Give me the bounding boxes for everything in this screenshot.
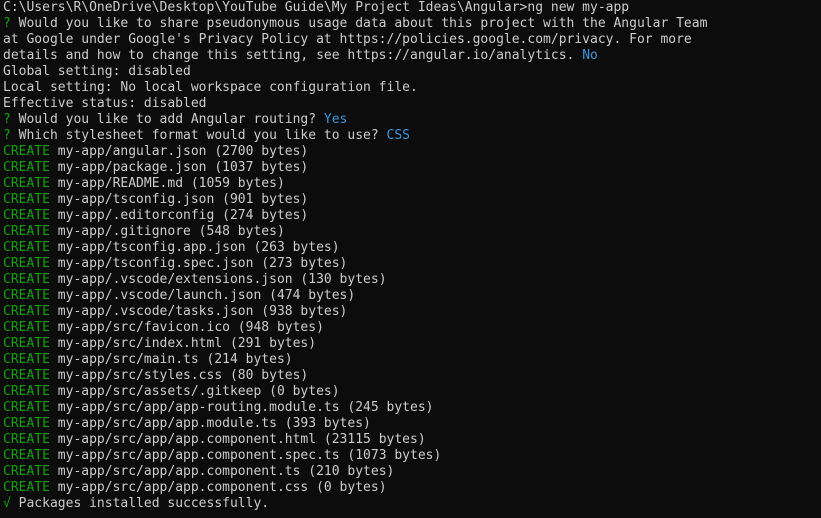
- created-file-path: my-app/tsconfig.json (901 bytes): [49, 192, 309, 207]
- created-file-path: my-app/.gitignore (548 bytes): [49, 224, 285, 239]
- create-label: CREATE: [3, 352, 50, 367]
- created-file-path: my-app/src/index.html (291 bytes): [49, 336, 317, 351]
- analytics-question-line-1: ? Would you like to share pseudonymous u…: [3, 16, 821, 32]
- created-file-path: my-app/angular.json (2700 bytes): [49, 144, 309, 159]
- create-line: CREATE my-app/src/styles.css (80 bytes): [3, 368, 821, 384]
- create-label: CREATE: [3, 224, 50, 239]
- created-file-path: my-app/src/app/app.component.spec.ts (10…: [49, 448, 442, 463]
- create-line: CREATE my-app/src/app/app.component.css …: [3, 480, 821, 496]
- question-marker: ?: [3, 112, 11, 127]
- create-line: CREATE my-app/src/app/app.module.ts (393…: [3, 416, 821, 432]
- analytics-question-text-1: Would you like to share pseudonymous usa…: [10, 16, 708, 31]
- created-files-list: CREATE my-app/angular.json (2700 bytes) C…: [3, 144, 821, 496]
- create-label: CREATE: [3, 480, 50, 495]
- create-label: CREATE: [3, 384, 50, 399]
- question-marker: ?: [3, 128, 11, 143]
- create-line: CREATE my-app/src/app/app.component.ts (…: [3, 464, 821, 480]
- routing-question-line: ? Would you like to add Angular routing?…: [3, 112, 821, 128]
- stylesheet-question-line: ? Which stylesheet format would you like…: [3, 128, 821, 144]
- analytics-question-text-3: details and how to change this setting, …: [3, 48, 583, 63]
- analytics-question-line-2: at Google under Google's Privacy Policy …: [3, 32, 692, 47]
- analytics-answer: No: [582, 48, 598, 63]
- created-file-path: my-app/.editorconfig (274 bytes): [49, 208, 309, 223]
- command-line: C:\Users\R\OneDrive\Desktop\YouTube Guid…: [3, 0, 630, 15]
- create-label: CREATE: [3, 432, 50, 447]
- create-label: CREATE: [3, 336, 50, 351]
- create-label: CREATE: [3, 288, 50, 303]
- create-line: CREATE my-app/README.md (1059 bytes): [3, 176, 821, 192]
- create-label: CREATE: [3, 208, 50, 223]
- created-file-path: my-app/tsconfig.app.json (263 bytes): [49, 240, 340, 255]
- create-label: CREATE: [3, 304, 50, 319]
- create-label: CREATE: [3, 176, 50, 191]
- created-file-path: my-app/.vscode/extensions.json (130 byte…: [49, 272, 387, 287]
- create-label: CREATE: [3, 256, 50, 271]
- create-label: CREATE: [3, 160, 50, 175]
- routing-question-text: Would you like to add Angular routing?: [10, 112, 324, 127]
- stylesheet-answer: CSS: [386, 128, 410, 143]
- created-file-path: my-app/src/app/app.module.ts (393 bytes): [49, 416, 371, 431]
- create-line: CREATE my-app/tsconfig.app.json (263 byt…: [3, 240, 821, 256]
- create-label: CREATE: [3, 448, 50, 463]
- create-label: CREATE: [3, 320, 50, 335]
- created-file-path: my-app/package.json (1037 bytes): [49, 160, 309, 175]
- created-file-path: my-app/src/favicon.ico (948 bytes): [49, 320, 324, 335]
- created-file-path: my-app/.vscode/tasks.json (938 bytes): [49, 304, 348, 319]
- success-line: √ Packages installed successfully.: [3, 496, 821, 512]
- create-line: CREATE my-app/src/index.html (291 bytes): [3, 336, 821, 352]
- local-setting-line: Local setting: No local workspace config…: [3, 80, 418, 95]
- create-label: CREATE: [3, 400, 50, 415]
- stylesheet-question-text: Which stylesheet format would you like t…: [10, 128, 387, 143]
- created-file-path: my-app/src/app/app-routing.module.ts (24…: [49, 400, 434, 415]
- create-line: CREATE my-app/src/main.ts (214 bytes): [3, 352, 821, 368]
- created-file-path: my-app/src/styles.css (80 bytes): [49, 368, 309, 383]
- routing-answer: Yes: [323, 112, 348, 127]
- question-marker: ?: [3, 16, 11, 31]
- create-line: CREATE my-app/src/assets/.gitkeep (0 byt…: [3, 384, 821, 400]
- effective-status-line: Effective status: disabled: [3, 96, 207, 111]
- create-line: CREATE my-app/src/favicon.ico (948 bytes…: [3, 320, 821, 336]
- create-line: CREATE my-app/.vscode/extensions.json (1…: [3, 272, 821, 288]
- global-setting-line: Global setting: disabled: [3, 64, 191, 79]
- created-file-path: my-app/tsconfig.spec.json (273 bytes): [49, 256, 348, 271]
- terminal-output[interactable]: C:\Users\R\OneDrive\Desktop\YouTube Guid…: [0, 0, 821, 518]
- created-file-path: my-app/src/assets/.gitkeep (0 bytes): [49, 384, 340, 399]
- checkmark-icon: √: [3, 496, 11, 511]
- created-file-path: my-app/README.md (1059 bytes): [49, 176, 285, 191]
- create-label: CREATE: [3, 368, 50, 383]
- created-file-path: my-app/src/app/app.component.css (0 byte…: [49, 480, 387, 495]
- create-line: CREATE my-app/package.json (1037 bytes): [3, 160, 821, 176]
- create-line: CREATE my-app/angular.json (2700 bytes): [3, 144, 821, 160]
- create-line: CREATE my-app/tsconfig.spec.json (273 by…: [3, 256, 821, 272]
- success-text: Packages installed successfully.: [10, 496, 270, 511]
- created-file-path: my-app/.vscode/launch.json (474 bytes): [49, 288, 356, 303]
- create-label: CREATE: [3, 416, 50, 431]
- create-label: CREATE: [3, 144, 50, 159]
- created-file-path: my-app/src/app/app.component.html (23115…: [49, 432, 426, 447]
- create-line: CREATE my-app/tsconfig.json (901 bytes): [3, 192, 821, 208]
- create-line: CREATE my-app/.vscode/launch.json (474 b…: [3, 288, 821, 304]
- create-line: CREATE my-app/src/app/app.component.html…: [3, 432, 821, 448]
- create-line: CREATE my-app/src/app/app-routing.module…: [3, 400, 821, 416]
- create-line: CREATE my-app/src/app/app.component.spec…: [3, 448, 821, 464]
- create-line: CREATE my-app/.gitignore (548 bytes): [3, 224, 821, 240]
- created-file-path: my-app/src/app/app.component.ts (210 byt…: [49, 464, 395, 479]
- analytics-question-line-3: details and how to change this setting, …: [3, 48, 821, 64]
- create-label: CREATE: [3, 240, 50, 255]
- create-label: CREATE: [3, 192, 50, 207]
- create-line: CREATE my-app/.editorconfig (274 bytes): [3, 208, 821, 224]
- create-line: CREATE my-app/.vscode/tasks.json (938 by…: [3, 304, 821, 320]
- created-file-path: my-app/src/main.ts (214 bytes): [49, 352, 293, 367]
- create-label: CREATE: [3, 464, 50, 479]
- create-label: CREATE: [3, 272, 50, 287]
